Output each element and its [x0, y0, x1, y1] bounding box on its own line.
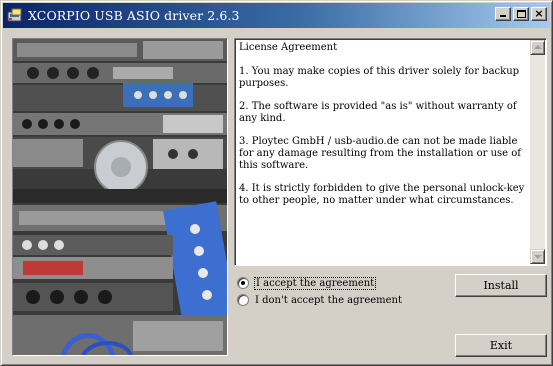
- exit-button[interactable]: Exit: [455, 334, 547, 357]
- license-clause-3: 3. Ploytec GmbH / usb-audio.de can not b…: [239, 136, 521, 171]
- accept-option[interactable]: I accept the agreement: [237, 275, 377, 291]
- scroll-down-button[interactable]: [530, 249, 545, 264]
- minimize-icon: [500, 15, 506, 17]
- install-button[interactable]: Install: [455, 274, 547, 297]
- accept-radio[interactable]: [237, 277, 249, 289]
- license-clause-4: 4. It is strictly forbidden to give the …: [239, 183, 525, 206]
- license-clause-1: 1. You may make copies of this driver so…: [239, 66, 520, 89]
- decline-option[interactable]: I don't accept the agreement: [237, 292, 402, 308]
- maximize-icon: [517, 10, 526, 18]
- audio-gear-image: [13, 39, 227, 355]
- radio-selected-dot: [241, 281, 245, 285]
- decline-radio[interactable]: [237, 294, 249, 306]
- license-heading: License Agreement: [239, 42, 338, 53]
- decline-label[interactable]: I don't accept the agreement: [255, 295, 402, 306]
- maximize-button[interactable]: [513, 7, 529, 21]
- arrow-down-icon: [534, 255, 542, 259]
- scroll-up-button[interactable]: [530, 40, 545, 55]
- license-clause-2: 2. The software is provided "as is" with…: [239, 101, 517, 124]
- window-title: XCORPIO USB ASIO driver 2.6.3: [28, 8, 240, 23]
- close-icon: ×: [534, 7, 544, 20]
- installer-window: XCORPIO USB ASIO driver 2.6.3 × License …: [0, 0, 553, 366]
- minimize-button[interactable]: [495, 7, 511, 21]
- license-text: License Agreement 1. You may make copies…: [239, 42, 529, 218]
- license-text-box[interactable]: License Agreement 1. You may make copies…: [234, 38, 547, 266]
- arrow-up-icon: [534, 45, 542, 49]
- license-scrollbar[interactable]: [530, 40, 545, 264]
- app-icon: [7, 8, 22, 22]
- accept-label[interactable]: I accept the agreement: [253, 276, 377, 290]
- product-photo: [12, 38, 228, 356]
- close-button[interactable]: ×: [531, 7, 547, 21]
- window-controls: ×: [493, 7, 547, 21]
- title-bar[interactable]: XCORPIO USB ASIO driver 2.6.3 ×: [3, 3, 550, 28]
